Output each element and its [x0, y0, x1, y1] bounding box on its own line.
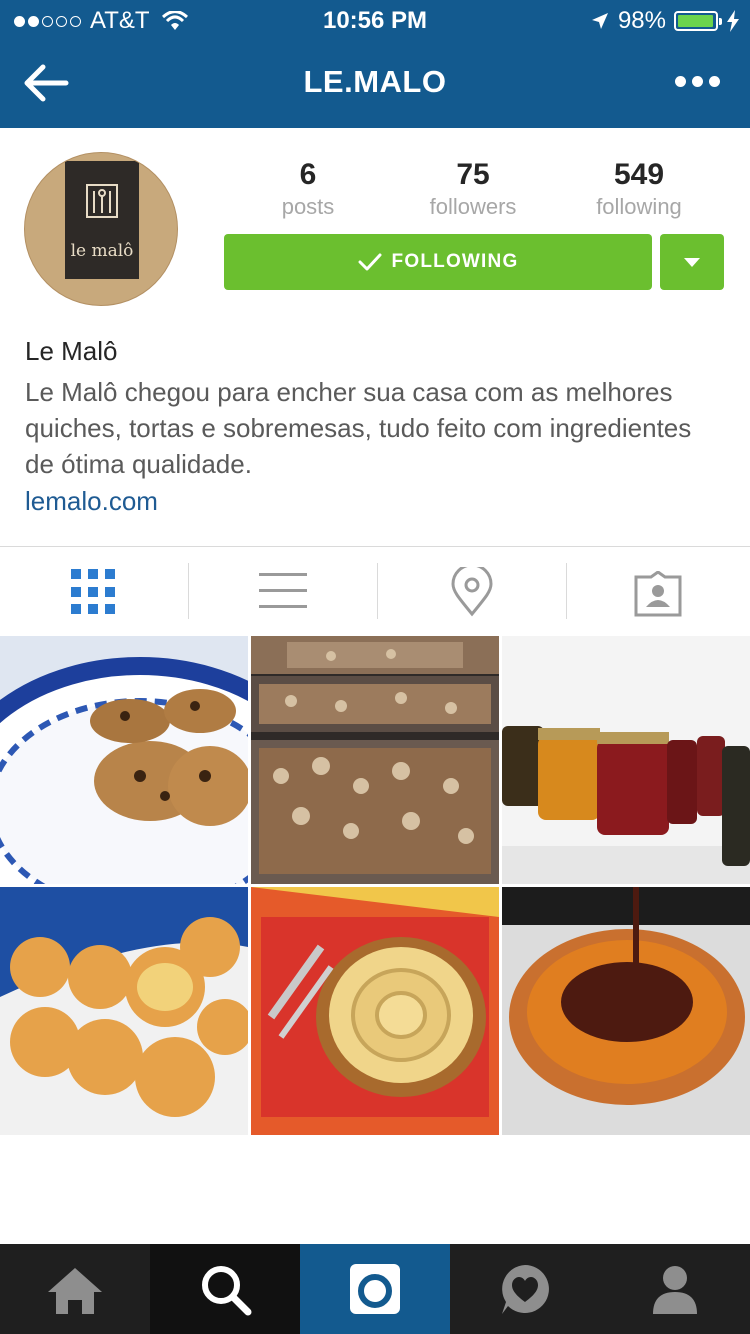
profile-bio: Le Malô chegou para encher sua casa com … — [25, 377, 692, 479]
battery-fill — [678, 15, 714, 27]
charging-bolt-icon — [727, 10, 739, 32]
suggestions-dropdown-button[interactable] — [660, 234, 724, 290]
grid-icon — [71, 569, 117, 615]
more-dot — [692, 76, 703, 87]
apple-tart-image — [251, 887, 499, 1135]
nav-activity[interactable] — [450, 1244, 600, 1334]
stat-posts[interactable]: 6 posts — [228, 158, 388, 220]
cheese-bread-image — [0, 887, 248, 1135]
more-options-icon[interactable] — [669, 76, 720, 87]
location-arrow-icon — [591, 13, 608, 29]
photo-tile-cookies[interactable] — [0, 636, 248, 884]
camera-icon — [350, 1264, 400, 1314]
profile-view-tabs — [0, 546, 750, 636]
nav-camera[interactable] — [300, 1244, 450, 1334]
photo-tile-chocolate-tart[interactable] — [502, 887, 750, 1135]
tab-tagged[interactable] — [566, 547, 750, 637]
stat-label: following — [596, 194, 682, 219]
avatar-logo-label: le malô — [65, 161, 139, 279]
stat-value: 75 — [456, 158, 490, 191]
home-icon — [48, 1268, 102, 1314]
battery-percent: 98% — [617, 7, 666, 34]
tagged-photos-icon — [634, 571, 682, 617]
photo-tile-jam-jars[interactable] — [502, 636, 750, 884]
tab-location[interactable] — [377, 547, 565, 637]
more-dot — [675, 76, 686, 87]
checkmark-icon — [358, 253, 382, 271]
following-button[interactable]: FOLLOWING — [224, 234, 652, 290]
list-icon — [259, 573, 307, 621]
walnut-bread-image — [251, 636, 499, 884]
avatar[interactable]: le malô — [24, 152, 178, 306]
following-button-label: FOLLOWING — [391, 251, 519, 272]
tab-list[interactable] — [188, 547, 376, 637]
profile-icon — [653, 1266, 697, 1314]
page-title: LE.MALO — [303, 64, 447, 99]
cookies-image — [0, 636, 248, 884]
stat-value: 549 — [613, 158, 665, 191]
bottom-nav-bar — [0, 1244, 750, 1334]
nav-search[interactable] — [150, 1244, 300, 1334]
nav-home[interactable] — [0, 1244, 150, 1334]
utensils-logo-icon — [86, 184, 118, 218]
jam-jars-image — [502, 636, 750, 884]
status-right: 98% — [590, 7, 740, 35]
photo-tile-apple-tart[interactable] — [251, 887, 499, 1135]
tab-grid[interactable] — [0, 547, 188, 637]
stat-followers[interactable]: 75 followers — [393, 158, 553, 220]
search-icon — [202, 1266, 252, 1316]
battery-icon — [674, 11, 722, 31]
stat-label: followers — [429, 194, 517, 219]
profile-name: Le Malô — [25, 336, 118, 366]
nav-profile[interactable] — [600, 1244, 750, 1334]
photo-tile-walnut-bread[interactable] — [251, 636, 499, 884]
stat-following[interactable]: 549 following — [559, 158, 719, 220]
stat-value: 6 — [299, 158, 317, 191]
chocolate-tart-image — [502, 887, 750, 1135]
status-bar: AT&T 10:56 PM 98% — [0, 0, 750, 40]
activity-heart-icon — [502, 1265, 549, 1314]
stat-label: posts — [281, 194, 335, 219]
more-dot — [709, 76, 720, 87]
profile-website-link[interactable]: lemalo.com — [25, 486, 158, 517]
top-bar: AT&T 10:56 PM 98% LE.MALO — [0, 0, 750, 128]
photo-grid — [0, 636, 750, 1136]
avatar-logo-text: le malô — [70, 241, 134, 261]
location-pin-icon — [451, 567, 493, 617]
photo-tile-cheese-bread[interactable] — [0, 887, 248, 1135]
